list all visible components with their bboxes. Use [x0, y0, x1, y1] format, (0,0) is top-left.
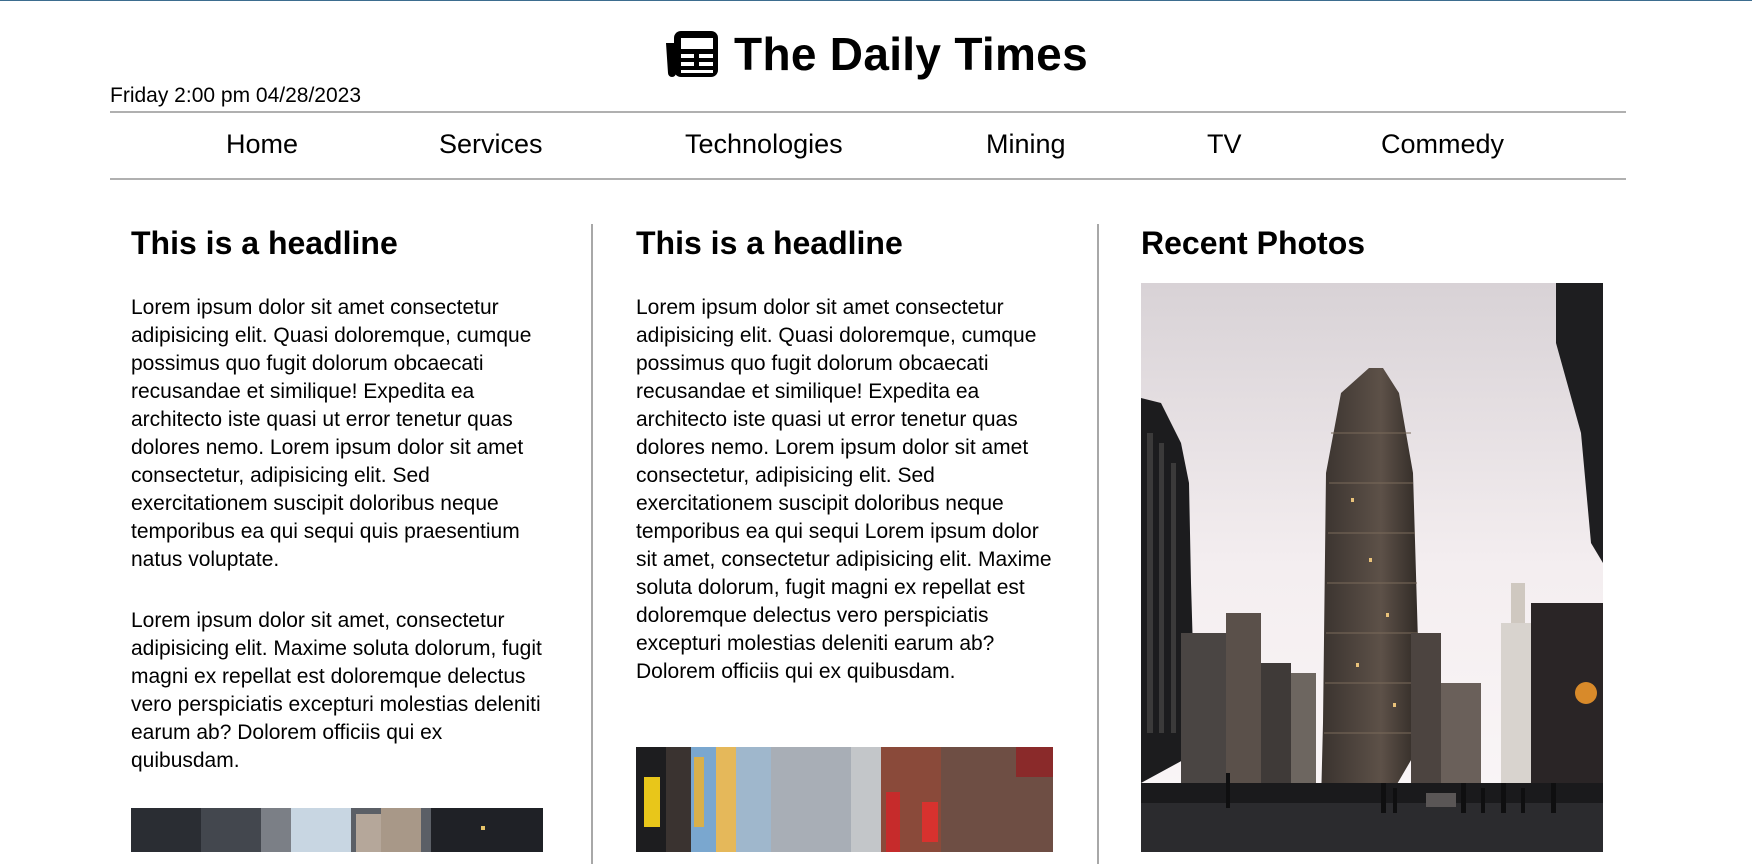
column-divider — [1097, 224, 1099, 864]
article-left: This is a headline Lorem ipsum dolor sit… — [131, 224, 549, 775]
article-photo-street — [131, 808, 543, 852]
headline: This is a headline — [131, 225, 398, 261]
nav-bottom-divider — [110, 178, 1626, 180]
main-nav: Home Services Technologies Mining TV Com… — [110, 114, 1626, 178]
recent-photos: Recent Photos — [1141, 224, 1603, 262]
recent-photos-heading: Recent Photos — [1141, 225, 1366, 261]
masthead: The Daily Times — [0, 24, 1752, 84]
article-paragraph: Lorem ipsum dolor sit amet consectetur a… — [636, 296, 1052, 683]
newspaper-icon — [666, 31, 719, 77]
nav-item-home[interactable]: Home — [226, 129, 298, 160]
headline: This is a headline — [636, 225, 903, 261]
nav-item-mining[interactable]: Mining — [986, 129, 1066, 160]
nav-item-technologies[interactable]: Technologies — [685, 129, 843, 160]
recent-photo-flatiron — [1141, 283, 1603, 852]
top-border — [0, 0, 1752, 1]
nav-item-services[interactable]: Services — [439, 129, 543, 160]
column-divider — [591, 224, 593, 864]
article-photo-city-signs — [636, 747, 1053, 852]
article-paragraph: Lorem ipsum dolor sit amet, consectetur … — [131, 609, 542, 772]
article-paragraph: Lorem ipsum dolor sit amet consectetur a… — [131, 296, 532, 571]
site-title: The Daily Times — [734, 28, 1088, 80]
nav-item-tv[interactable]: TV — [1207, 129, 1242, 160]
dateline: Friday 2:00 pm 04/28/2023 — [110, 84, 361, 107]
nav-item-commedy[interactable]: Commedy — [1381, 129, 1504, 160]
nav-top-divider — [110, 111, 1626, 113]
article-middle: This is a headline Lorem ipsum dolor sit… — [636, 224, 1054, 686]
